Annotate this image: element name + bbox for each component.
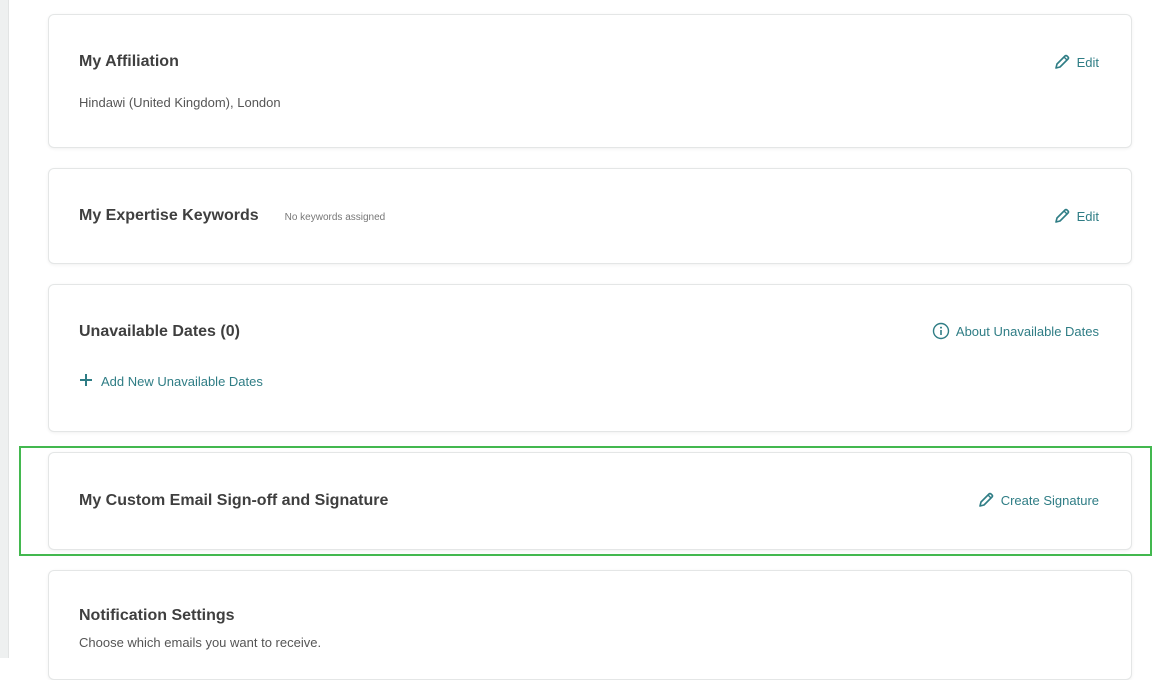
unavailable-dates-title: Unavailable Dates (0)	[79, 323, 240, 340]
notification-settings-subtitle: Choose which emails you want to receive.	[79, 635, 322, 650]
add-unavailable-dates-button[interactable]: Add New Unavailable Dates	[79, 373, 263, 390]
info-icon	[932, 322, 950, 340]
create-signature-label: Create Signature	[1000, 492, 1099, 508]
pencil-icon	[1053, 53, 1071, 71]
expertise-note: No keywords assigned	[284, 212, 386, 223]
expertise-title: My Expertise Keywords No keywords assigne…	[79, 207, 385, 225]
affiliation-value: Hindawi (United Kingdom), London	[79, 95, 281, 110]
about-unavailable-dates-link[interactable]: About Unavailable Dates	[932, 322, 1099, 340]
signature-title: My Custom Email Sign-off and Signature	[79, 492, 389, 509]
affiliation-card: My Affiliation Hindawi (United Kingdom),…	[48, 14, 1132, 148]
left-rail	[0, 0, 9, 658]
create-signature-button[interactable]: Create Signature	[977, 491, 1099, 509]
expertise-edit-label: Edit	[1076, 208, 1099, 224]
expertise-edit-button[interactable]: Edit	[1053, 207, 1099, 225]
notification-settings-card: Notification Settings Choose which email…	[48, 570, 1132, 680]
plus-icon	[79, 373, 93, 390]
signature-card: My Custom Email Sign-off and Signature C…	[48, 452, 1132, 550]
add-unavailable-dates-label: Add New Unavailable Dates	[101, 374, 263, 389]
affiliation-edit-label: Edit	[1076, 54, 1099, 70]
affiliation-edit-button[interactable]: Edit	[1053, 53, 1099, 71]
expertise-title-text: My Expertise Keywords	[79, 207, 259, 224]
pencil-icon	[977, 491, 995, 509]
notification-settings-title: Notification Settings	[79, 607, 235, 624]
unavailable-dates-card: Unavailable Dates (0) About Unavailable …	[48, 284, 1132, 432]
about-unavailable-dates-label: About Unavailable Dates	[955, 323, 1099, 339]
expertise-card: My Expertise Keywords No keywords assigne…	[48, 168, 1132, 264]
pencil-icon	[1053, 207, 1071, 225]
affiliation-title: My Affiliation	[79, 53, 179, 70]
